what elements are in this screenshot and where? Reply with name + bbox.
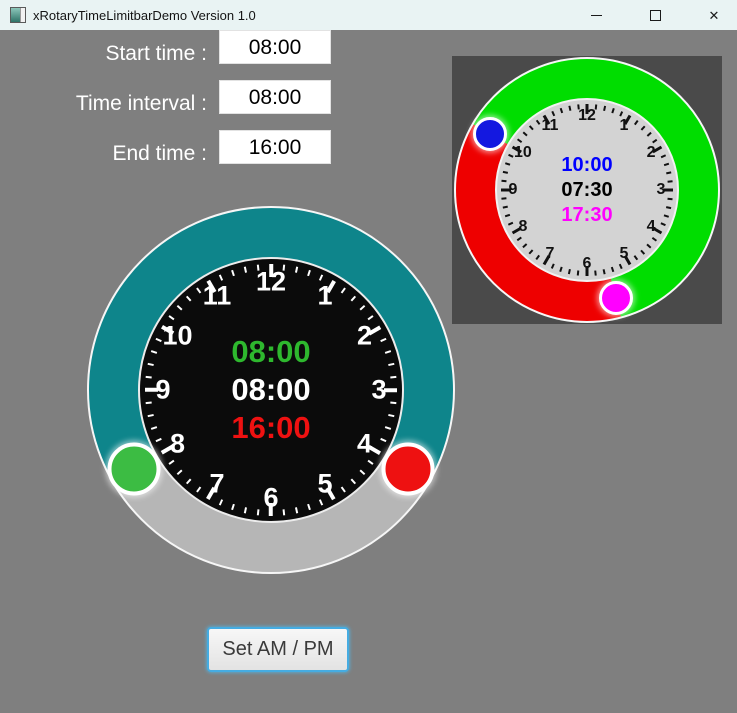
- window-controls: ✕: [573, 0, 737, 30]
- time-readouts: 08:00 08:00 16:00: [87, 206, 455, 574]
- time-interval-label: Time interval :: [75, 92, 207, 115]
- start-time-input[interactable]: 08:00: [219, 30, 331, 64]
- interval-display: 08:00: [231, 372, 311, 407]
- start-time-display: 10:00: [561, 153, 613, 176]
- maximize-button[interactable]: [632, 0, 678, 30]
- end-time-display: 16:00: [231, 410, 311, 445]
- app-icon: [10, 7, 26, 23]
- minimize-icon: [590, 14, 602, 16]
- close-icon: ✕: [708, 7, 720, 23]
- rotary-clock-large: 1 2 3 4 5 6 7 8 9 10 11 12 08:00 08:00 16:00: [87, 206, 455, 574]
- window-title: xRotaryTimeLimitbarDemo Version 1.0: [33, 7, 256, 23]
- maximize-icon: [649, 9, 661, 21]
- time-interval-input[interactable]: 08:00: [219, 80, 331, 114]
- time-readouts: 10:00 07:30 17:30: [454, 57, 720, 323]
- title-bar[interactable]: xRotaryTimeLimitbarDemo Version 1.0 ✕: [0, 0, 737, 30]
- start-handle[interactable]: [107, 442, 161, 496]
- end-time-display: 17:30: [561, 203, 613, 226]
- end-handle[interactable]: [381, 442, 435, 496]
- start-time-display: 08:00: [231, 334, 311, 369]
- close-button[interactable]: ✕: [691, 0, 737, 30]
- rotary-clock-small: 1 2 3 4 5 6 7 8 9 10 11 12 10:00 07:30 17:30: [454, 57, 720, 323]
- interval-display: 07:30: [561, 178, 613, 201]
- set-ampm-button[interactable]: Set AM / PM: [207, 627, 349, 672]
- end-time-label: End time :: [112, 142, 207, 165]
- app-icon-left: [11, 8, 20, 22]
- minimize-button[interactable]: [573, 0, 619, 30]
- app-icon-right: [20, 8, 25, 22]
- end-time-input[interactable]: 16:00: [219, 130, 331, 164]
- start-handle[interactable]: [473, 117, 507, 151]
- end-handle[interactable]: [598, 281, 633, 316]
- start-time-label: Start time :: [105, 42, 207, 65]
